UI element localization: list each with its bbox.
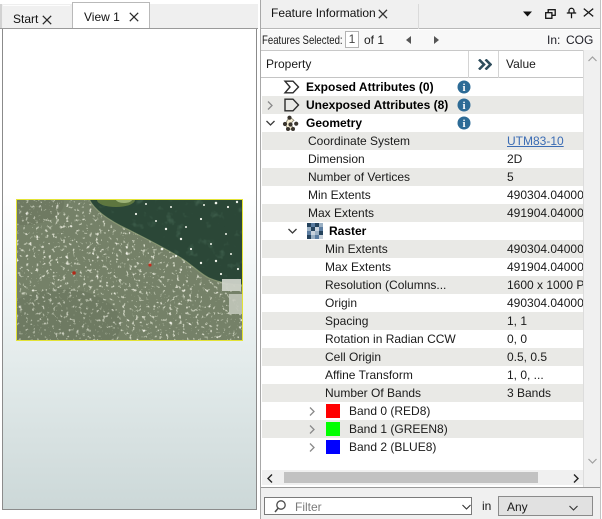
svg-text:i: i: [462, 100, 465, 112]
svg-text:i: i: [462, 118, 465, 130]
svg-text:i: i: [462, 82, 465, 94]
